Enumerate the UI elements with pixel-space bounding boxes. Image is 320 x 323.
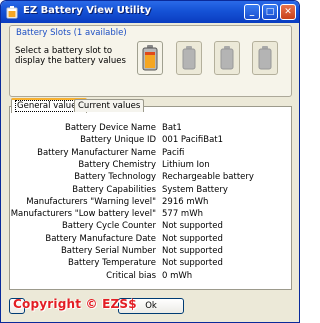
battery-slot-2[interactable] — [176, 41, 202, 75]
battery-charged-icon — [142, 45, 158, 71]
property-row: Battery Serial Number Not supported — [9, 246, 292, 257]
tab-current-values-label: Current values — [78, 101, 141, 111]
close-button[interactable]: ✕ — [280, 4, 296, 20]
property-value: Not supported — [162, 246, 223, 256]
property-row: Battery Temperature Not supported — [9, 258, 292, 269]
battery-slots-title: Battery Slots (1 available) — [15, 28, 128, 38]
property-row: Battery Technology Rechargeable battery — [9, 172, 292, 183]
property-label: Battery Chemistry — [78, 159, 156, 170]
property-row: Manufacturers "Warning level" 2916 mWh — [9, 197, 292, 208]
title-bar[interactable]: EZ Battery View Utility _ □ ✕ — [1, 1, 299, 23]
property-value: 001 PacifiBat1 — [162, 135, 224, 146]
property-label: Battery Technology — [74, 172, 156, 183]
battery-slot-1[interactable] — [137, 41, 163, 75]
property-value: 0 mWh — [162, 270, 193, 281]
battery-empty-icon — [182, 46, 196, 70]
property-label: Battery Manufacture Date — [45, 233, 156, 244]
property-value: System Battery — [162, 184, 228, 195]
property-row: Manufacturers "Low battery level" 577 mWh — [9, 209, 292, 220]
battery-empty-icon — [220, 46, 234, 70]
minimize-button[interactable]: _ — [244, 4, 260, 20]
property-label: Battery Temperature — [67, 258, 156, 269]
maximize-button[interactable]: □ — [262, 4, 278, 20]
property-label: Battery Cycle Counter — [61, 221, 156, 232]
property-label: Manufacturers "Warning level" — [26, 196, 156, 207]
property-label: Battery Capabilities — [72, 184, 156, 195]
copyright-watermark: Copyright © EZS$ — [13, 297, 137, 311]
property-row: Battery Manufacture Date Not supported — [9, 234, 292, 245]
property-value: Not supported — [162, 221, 223, 232]
app-window: EZ Battery View Utility _ □ ✕ Battery Sl… — [0, 0, 300, 323]
property-label: Battery Manufacturer Name — [37, 147, 156, 158]
property-value: Rechargeable battery — [162, 172, 254, 183]
property-value: Bat1 — [162, 123, 182, 133]
property-row: Critical bias 0 mWh — [9, 271, 292, 282]
battery-slot-4[interactable] — [252, 41, 278, 75]
property-row: Battery Capabilities System Battery — [9, 185, 292, 196]
property-value: Not supported — [162, 233, 223, 244]
battery-empty-icon — [258, 46, 272, 70]
property-value: Lithium Ion — [162, 159, 210, 170]
property-value: Pacifi — [162, 147, 185, 158]
property-label: Battery Device Name — [64, 123, 156, 133]
property-row: Battery Unique ID 001 PacifiBat1 — [9, 135, 292, 146]
property-label: Critical bias — [106, 270, 156, 281]
property-value: 2916 mWh — [162, 196, 209, 207]
property-value: 577 mWh — [162, 209, 203, 220]
property-row: Battery Manufacturer Name Pacifi — [9, 148, 292, 159]
window-title: EZ Battery View Utility — [23, 5, 152, 16]
property-label: Battery Unique ID — [80, 135, 156, 146]
property-label: Battery Serial Number — [60, 246, 156, 256]
property-row: Battery Chemistry Lithium Ion — [9, 160, 292, 171]
battery-app-icon — [6, 6, 18, 19]
battery-slots-description: Select a battery slot to display the bat… — [15, 46, 126, 66]
property-row: Battery Cycle Counter Not supported — [9, 221, 292, 232]
tab-current-values[interactable]: Current values — [74, 99, 145, 112]
property-label: Manufacturers "Low battery level" — [10, 209, 156, 220]
battery-slot-3[interactable] — [214, 41, 240, 75]
tab-general-values-label: General values — [15, 100, 83, 112]
property-value: Not supported — [162, 258, 223, 269]
property-row: Battery Device Name Bat1 — [9, 123, 292, 134]
